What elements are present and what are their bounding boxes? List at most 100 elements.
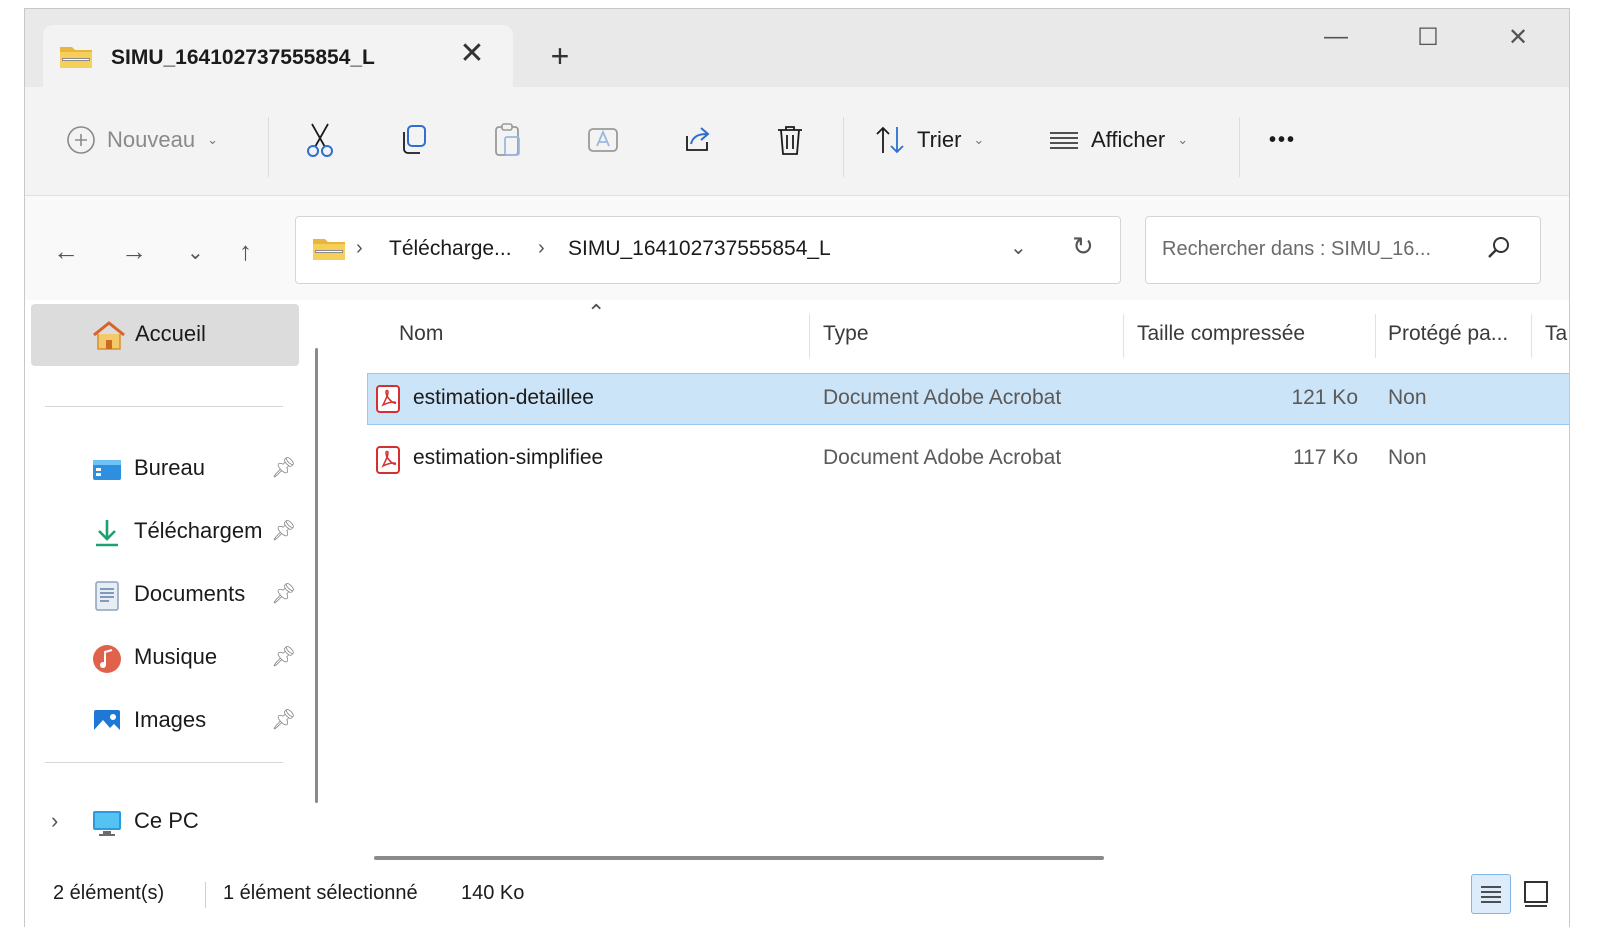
tiles-view-icon (1524, 881, 1548, 907)
file-protected: Non (1388, 386, 1427, 409)
copy-button[interactable] (397, 117, 431, 163)
recent-locations-chevron-icon[interactable]: ⌄ (187, 240, 204, 265)
tiles-view-button[interactable] (1517, 874, 1555, 912)
desktop-icon (91, 454, 123, 486)
sidebar-item-label: Ce PC (134, 808, 199, 833)
copy-icon (403, 125, 426, 154)
sidebar-item-label: Téléchargem (134, 518, 263, 543)
share-button[interactable] (679, 117, 715, 163)
file-type: Document Adobe Acrobat (823, 446, 1062, 469)
refresh-icon[interactable]: ↻ (1072, 231, 1094, 262)
clipboard-icon (495, 123, 520, 156)
sidebar-divider (45, 406, 283, 407)
tab-close-button[interactable]: ✕ (457, 39, 487, 69)
selection-size: 140 Ko (461, 882, 525, 904)
file-name: estimation-detaillee (413, 386, 594, 409)
file-protected: Non (1388, 446, 1427, 469)
trash-icon (778, 126, 802, 155)
column-header-protected[interactable]: Protégé pa... (1388, 322, 1508, 346)
file-size: 121 Ko (1291, 386, 1358, 409)
pin-icon[interactable]: 📌︎ (271, 518, 296, 543)
tab-title: SIMU_164102737555854_L (111, 46, 375, 69)
rename-button[interactable] (585, 117, 621, 163)
file-type: Document Adobe Acrobat (823, 386, 1062, 409)
sidebar-item-home[interactable]: Accueil (31, 304, 299, 366)
column-header-ratio[interactable]: Ta (1545, 322, 1567, 346)
sidebar-item-downloads[interactable]: Téléchargem 📌︎ (25, 504, 315, 560)
column-divider[interactable] (1375, 314, 1376, 358)
more-options-button[interactable]: ••• (1269, 117, 1296, 163)
breadcrumb-current-folder[interactable]: SIMU_164102737555854_L (568, 237, 831, 261)
up-arrow-icon[interactable]: ↑ (239, 236, 252, 267)
column-divider[interactable] (809, 314, 810, 358)
navigation-bar: ← → ⌄ ↑ › Télécharge... › SIMU_164102737… (25, 196, 1569, 300)
paste-button[interactable] (491, 117, 525, 163)
address-dropdown-chevron-icon[interactable]: ⌄ (1010, 235, 1027, 260)
new-button-label: Nouveau (107, 127, 196, 152)
file-list: ⌃ Nom Type Taille compressée Protégé pa.… (339, 300, 1569, 860)
pin-icon[interactable]: 📌︎ (271, 644, 296, 669)
sidebar-item-label: Musique (134, 644, 218, 669)
minimize-button[interactable]: — (1313, 23, 1359, 59)
close-window-button[interactable]: ✕ (1495, 23, 1541, 59)
sort-button-label: Trier (917, 127, 962, 152)
column-header-compressed-size[interactable]: Taille compressée (1137, 322, 1305, 346)
file-size: 117 Ko (1293, 446, 1358, 469)
search-input[interactable]: Rechercher dans : SIMU_16... (1162, 238, 1431, 261)
status-divider (205, 882, 206, 908)
command-bar: Nouveau ⌄ Trier ⌄ Afficher ⌄ ••• (25, 87, 1569, 196)
tab-zip-folder[interactable]: SIMU_164102737555854_L ✕ (43, 25, 513, 87)
sidebar-item-pictures[interactable]: Images 📌︎ (25, 693, 315, 749)
chevron-down-icon: ⌄ (973, 132, 985, 147)
search-box[interactable]: Rechercher dans : SIMU_16... (1145, 216, 1541, 284)
sidebar-item-music[interactable]: Musique 📌︎ (25, 630, 315, 686)
forward-arrow-icon[interactable]: → (121, 236, 147, 267)
toolbar-divider (843, 117, 844, 177)
back-arrow-icon[interactable]: ← (53, 236, 79, 267)
pin-icon[interactable]: 📌︎ (271, 455, 296, 480)
zip-folder-icon (59, 43, 93, 74)
column-header-name[interactable]: Nom (399, 322, 443, 346)
sidebar-scrollbar[interactable] (315, 348, 318, 803)
search-icon[interactable] (1486, 235, 1512, 266)
new-button[interactable]: Nouveau ⌄ (65, 117, 218, 163)
sort-button[interactable]: Trier ⌄ (873, 117, 984, 163)
breadcrumb-separator-icon: › (356, 237, 363, 259)
rename-icon (588, 128, 618, 152)
chevron-down-icon: ⌄ (1177, 132, 1189, 147)
breadcrumb-separator-icon: › (538, 237, 545, 259)
view-list-icon (1050, 132, 1078, 149)
breadcrumb-downloads[interactable]: Télécharge... (389, 237, 512, 261)
chevron-down-icon: ⌄ (207, 132, 218, 147)
sidebar-item-this-pc[interactable]: › Ce PC (25, 794, 315, 850)
view-button-label: Afficher (1091, 127, 1166, 152)
column-header-type[interactable]: Type (823, 322, 869, 346)
documents-icon (91, 580, 123, 612)
table-row[interactable]: estimation-simplifiee Document Adobe Acr… (367, 434, 1569, 484)
home-icon (91, 320, 127, 357)
pin-icon[interactable]: 📌︎ (271, 707, 296, 732)
sidebar-item-label: Documents (134, 581, 246, 606)
sidebar-item-desktop[interactable]: Bureau 📌︎ (25, 441, 315, 497)
expand-chevron-icon[interactable]: › (51, 808, 58, 834)
new-tab-button[interactable]: + (545, 40, 575, 72)
pdf-file-icon (376, 385, 400, 418)
pin-icon[interactable]: 📌︎ (271, 581, 296, 606)
plus-circle-icon (67, 126, 95, 154)
maximize-button[interactable]: ☐ (1405, 23, 1451, 59)
cut-button[interactable] (303, 117, 337, 163)
column-divider[interactable] (1123, 314, 1124, 358)
sidebar-item-documents[interactable]: Documents 📌︎ (25, 567, 315, 623)
share-icon (686, 127, 710, 151)
column-divider[interactable] (1531, 314, 1532, 358)
table-row[interactable]: estimation-detaillee Document Adobe Acro… (367, 373, 1569, 425)
desktop-background-right (1568, 0, 1598, 926)
sidebar-item-label: Bureau (134, 455, 205, 480)
sort-icon (876, 126, 904, 154)
sort-ascending-icon: ⌃ (587, 300, 606, 325)
pictures-icon (91, 706, 123, 738)
view-button[interactable]: Afficher ⌄ (1047, 117, 1188, 163)
delete-button[interactable] (773, 117, 807, 163)
address-bar[interactable]: › Télécharge... › SIMU_164102737555854_L… (295, 216, 1121, 284)
details-view-button[interactable] (1471, 874, 1511, 914)
